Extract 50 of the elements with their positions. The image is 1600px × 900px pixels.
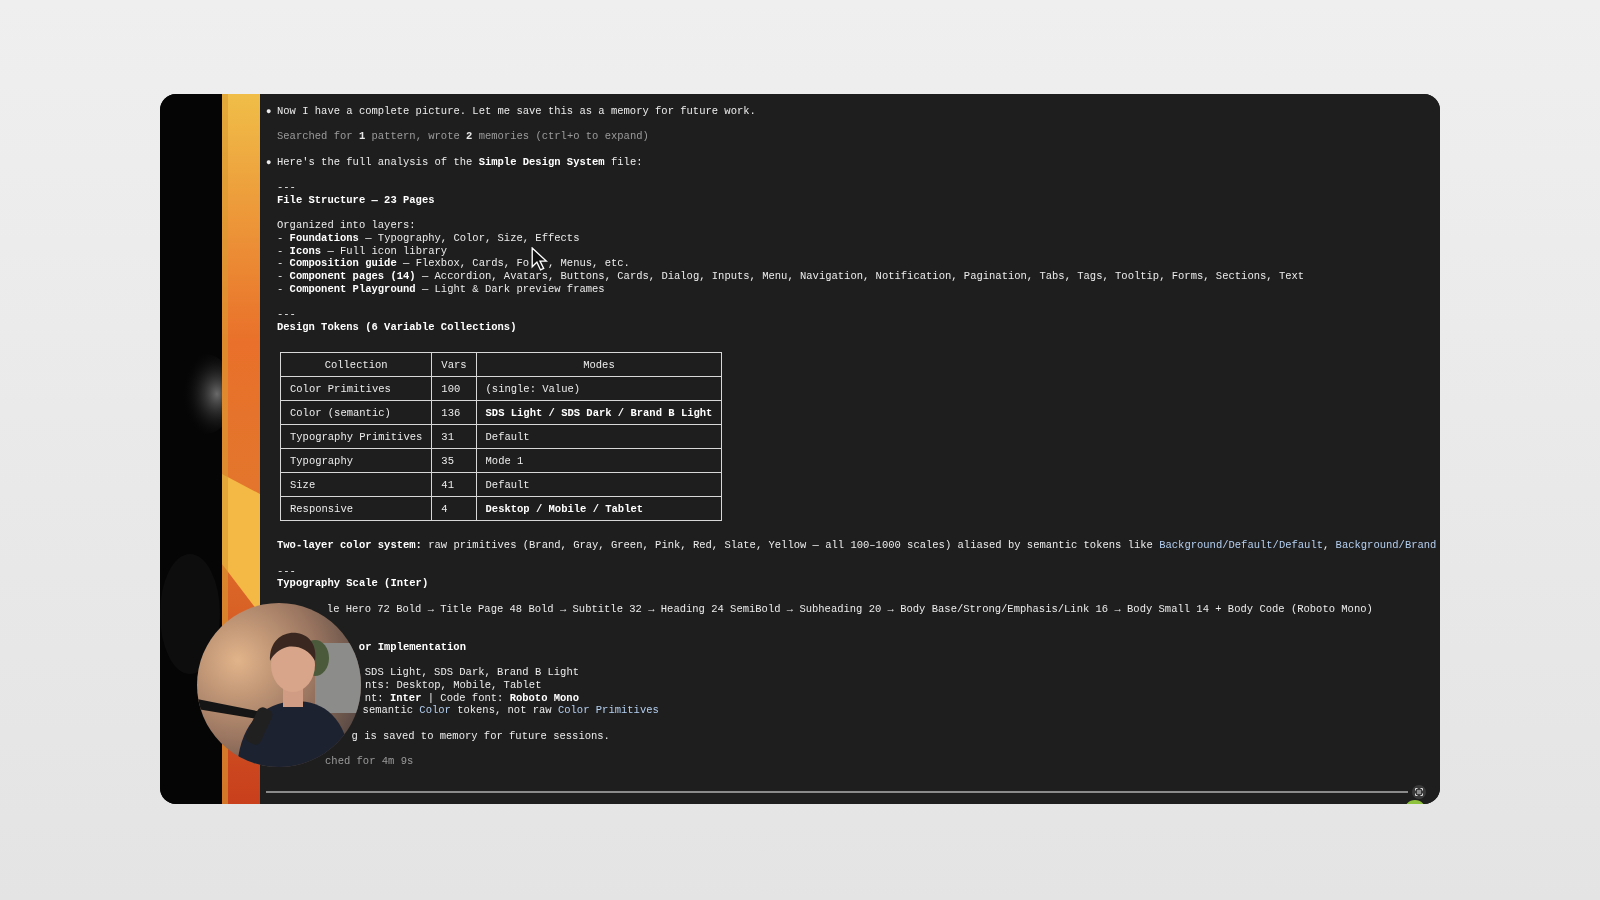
column-header: Vars (431, 352, 477, 377)
table-cell: 31 (431, 424, 477, 449)
output-line: SDS Light, SDS Dark, Brand B Light (363, 666, 580, 679)
cursor-icon (531, 246, 549, 272)
output-line: - Composition guide — Flexbox, Cards, Fo , Menus, etc. (266, 257, 630, 270)
rule-text: --- (276, 564, 296, 578)
table-cell: Typography (280, 448, 432, 473)
output-line: - Component Playground — Light & Dark preview frames (276, 282, 605, 296)
table-cell: Color (semantic) (280, 400, 432, 425)
section-heading: or Implementation (357, 640, 466, 654)
output-line: g is saved to memory for future sessions. (350, 729, 610, 743)
link[interactable]: Color (419, 704, 451, 717)
table-cell: Size (280, 472, 432, 497)
message-text: ● Now I have a complete picture. Let me save this as a memory for future work. (266, 105, 756, 118)
table-cell: (single: Value) (476, 376, 722, 401)
output-line: nts: Desktop, Mobile, Tablet (364, 678, 542, 692)
table-cell: Desktop / Mobile / Tablet (476, 496, 722, 521)
table-cell: Default (476, 472, 722, 497)
table-cell: Color Primitives (280, 376, 432, 401)
table-cell: 4 (431, 496, 477, 521)
table-cell: 100 (431, 376, 477, 401)
output-line: - Foundations — Typography, Color, Size, Effects (276, 231, 580, 245)
message-text: ● Here's the full analysis of the Simple Design System file: (266, 155, 643, 169)
section-heading: Design Tokens (6 Variable Collections) (276, 320, 517, 334)
output-line: Two-layer color system: raw primitives (Brand, Gray, Green, Pink, Red, Slate, Yellow — all 100–1000 scales) aliased by semantic tokens like Background/Default/Default, Background/Brand (276, 539, 1437, 553)
status-text: ched for 4m 9s (324, 755, 414, 768)
status-text: Searched for 1 pattern, wrote 2 memories (ctrl+o to expand) (276, 130, 649, 144)
table-cell: Mode 1 (476, 448, 722, 473)
rule-text: --- (276, 308, 296, 321)
output-line: le Hero 72 Bold → Title Page 48 Bold → Subtitle 32 → Heading 24 SemiBold → Subheading 20 → Body Base/Strong/Emphasis/Link 16 → Body Small 14 + Body Code (Roboto Mono) (325, 602, 1373, 616)
link[interactable]: Background/Brand (1335, 539, 1437, 552)
column-header: Modes (476, 352, 722, 377)
rule-text: --- (276, 181, 296, 194)
table-cell: 41 (431, 472, 477, 497)
link[interactable]: Color Primitives (557, 704, 659, 717)
scan-icon[interactable] (1412, 785, 1426, 799)
table-cell: Typography Primitives (280, 424, 432, 449)
link[interactable]: Background/Default/Default (1159, 539, 1323, 552)
output-line: - Icons — Full icon library (276, 244, 448, 258)
output-line: - Component pages (14) — Accordion, Avatars, Buttons, Cards, Dialog, Inputs, Menu, Navigation, Notification, Pagination, Tabs, Tags, Tooltip, Forms, Sections, Text (276, 269, 1305, 283)
table-cell: 35 (431, 448, 477, 473)
table-cell: 136 (431, 400, 477, 425)
table-cell: Default (476, 424, 722, 449)
output-line: Organized into layers: (276, 219, 416, 232)
section-heading: Typography Scale (Inter) (276, 577, 429, 591)
table-cell: SDS Light / SDS Dark / Brand B Light (476, 400, 722, 425)
column-header: Collection (280, 352, 432, 377)
table-cell: Responsive (280, 496, 432, 521)
output-line: nt: Inter | Code font: Roboto Mono (363, 691, 579, 705)
section-heading: File Structure — 23 Pages (276, 193, 435, 207)
